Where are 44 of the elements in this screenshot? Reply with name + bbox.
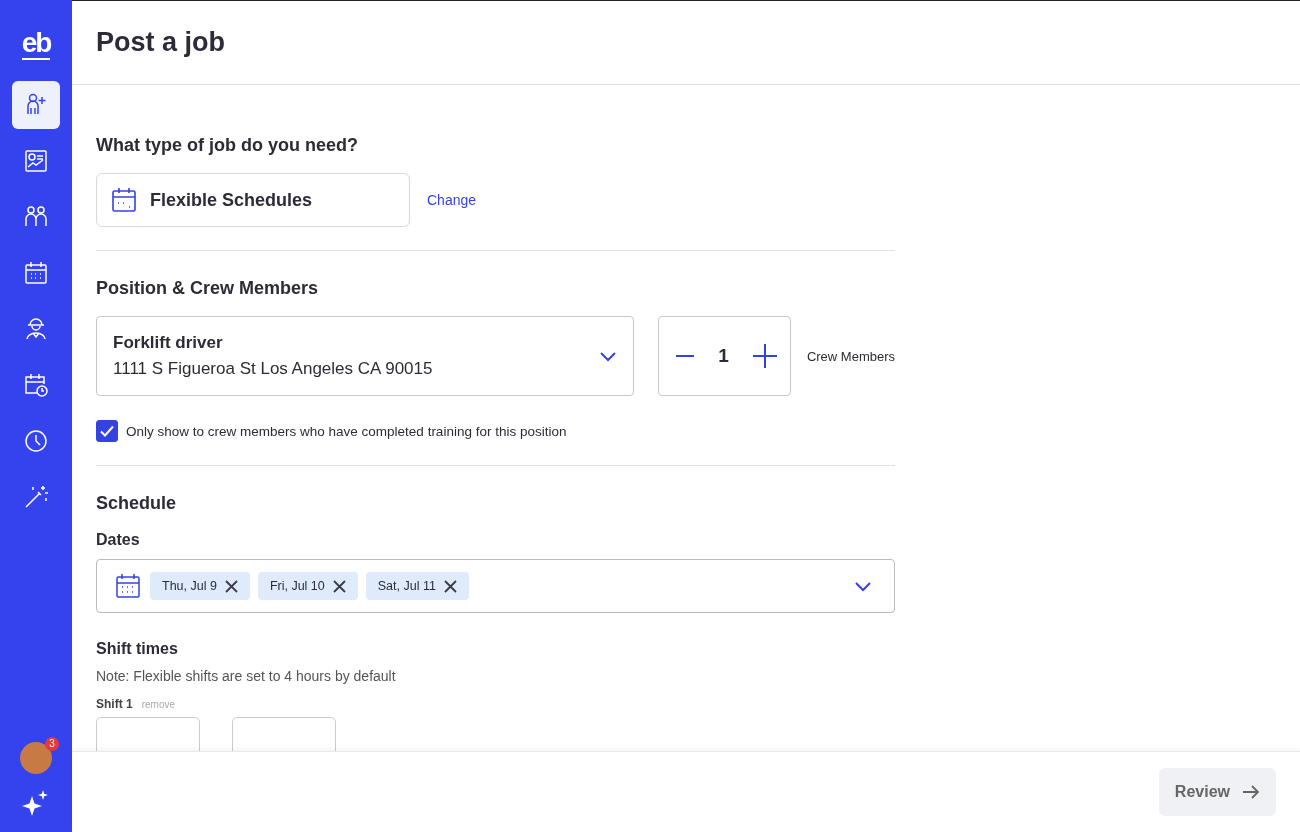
shift-label: Shift 1 xyxy=(96,697,133,711)
crew-members-label: Crew Members xyxy=(806,348,895,364)
worker-icon xyxy=(23,316,49,342)
position-name: Forklift driver xyxy=(113,333,224,353)
note-text: Note: Flexible shifts are set to 4 hours by default xyxy=(96,668,397,684)
time-field[interactable] xyxy=(96,717,200,751)
date-label: Sat, Jul 11 xyxy=(377,579,436,593)
logo[interactable]: eb xyxy=(21,28,51,60)
notification-badge: 3 xyxy=(45,737,59,751)
arrow-right-icon xyxy=(1242,785,1260,799)
close-icon[interactable] xyxy=(332,579,346,593)
close-icon[interactable] xyxy=(224,579,238,593)
minus-icon xyxy=(675,355,696,357)
checkbox-label: Only show to crew members who have completed training for this position xyxy=(126,423,567,439)
job-type-label: Flexible Schedules xyxy=(150,189,313,211)
checkbox[interactable] xyxy=(96,420,118,442)
section-heading: What type of job do you need? xyxy=(96,135,359,156)
calendar-icon xyxy=(23,260,49,286)
chevron-down-icon xyxy=(854,580,872,592)
page-title: Post a job xyxy=(96,27,225,58)
calendar-icon xyxy=(116,574,140,598)
plus-icon xyxy=(751,343,778,369)
checkmark-icon xyxy=(99,423,115,439)
clock-icon xyxy=(23,428,49,454)
chevron-down-icon xyxy=(599,350,618,362)
date-label: Fri, Jul 10 xyxy=(269,579,325,593)
field-label: Shift times xyxy=(96,640,179,658)
time-field[interactable] xyxy=(232,717,336,751)
crew-count: 1 xyxy=(718,345,729,367)
nav-item[interactable] xyxy=(12,81,60,129)
section-heading: Position & Crew Members xyxy=(96,278,320,299)
position-select[interactable]: Forklift driver 1111 S Figueroa St Los Angeles CA 90015 xyxy=(96,316,635,396)
position-address: 1111 S Figueroa St Los Angeles CA 90015 xyxy=(113,359,433,379)
change-link[interactable]: Change xyxy=(427,192,477,208)
date-label: Thu, Jul 9 xyxy=(162,579,217,593)
dates-select[interactable]: Thu, Jul 9 Fri, Jul 10 Sat, Jul 11 xyxy=(96,559,895,613)
report-icon xyxy=(23,148,49,174)
job-type-card[interactable]: Flexible Schedules xyxy=(96,173,410,227)
magic-wand-icon xyxy=(23,484,49,510)
calendar-clock-icon xyxy=(23,372,49,398)
close-icon[interactable] xyxy=(443,579,457,593)
section-heading: Schedule xyxy=(96,493,178,514)
calendar-icon xyxy=(111,187,137,213)
field-label: Dates xyxy=(96,531,141,549)
